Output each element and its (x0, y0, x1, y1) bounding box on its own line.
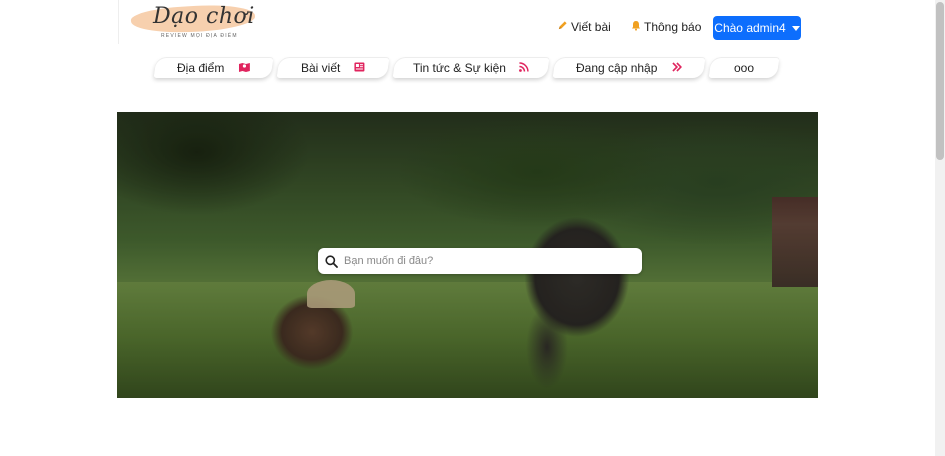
caret-down-icon (791, 25, 800, 31)
notifications-link[interactable]: Thông báo (631, 20, 701, 34)
write-post-label: Viết bài (571, 20, 611, 34)
site-logo[interactable]: Dạo chơi REVIEW MỌI ĐỊA ĐIỂM (118, 0, 259, 44)
logo-subtitle: REVIEW MỌI ĐỊA ĐIỂM (161, 33, 238, 39)
pencil-icon (557, 20, 568, 34)
user-greeting: Chào admin4 (714, 21, 786, 35)
double-chevron-right-icon (672, 61, 682, 75)
tab-more-label: ooo (733, 61, 755, 75)
newspaper-icon (354, 62, 365, 75)
tab-updating-label: Đang cập nhập (576, 61, 658, 75)
tab-updating[interactable]: Đang cập nhập (552, 58, 706, 78)
tab-more[interactable]: ooo (708, 58, 780, 78)
tab-places-label: Địa điểm (177, 61, 225, 75)
tab-places[interactable]: Địa điểm (153, 58, 274, 78)
tab-posts[interactable]: Bài viết (276, 58, 390, 78)
tab-posts-label: Bài viết (300, 61, 341, 75)
map-icon (238, 62, 250, 75)
rss-icon (519, 61, 530, 75)
search-input[interactable] (344, 249, 642, 273)
notifications-label: Thông báo (644, 20, 702, 34)
search-icon (318, 248, 344, 274)
bell-icon (631, 20, 641, 34)
write-post-link[interactable]: Viết bài (557, 20, 611, 34)
logo-title: Dạo chơi (153, 4, 255, 29)
scrollbar-thumb[interactable] (936, 2, 944, 160)
search-bar[interactable] (318, 248, 642, 274)
page-scrollbar[interactable] (935, 0, 945, 456)
user-menu-button[interactable]: Chào admin4 (713, 16, 801, 40)
tab-news-events[interactable]: Tin tức & Sự kiện (392, 58, 550, 78)
tab-news-events-label: Tin tức & Sự kiện (412, 61, 506, 75)
